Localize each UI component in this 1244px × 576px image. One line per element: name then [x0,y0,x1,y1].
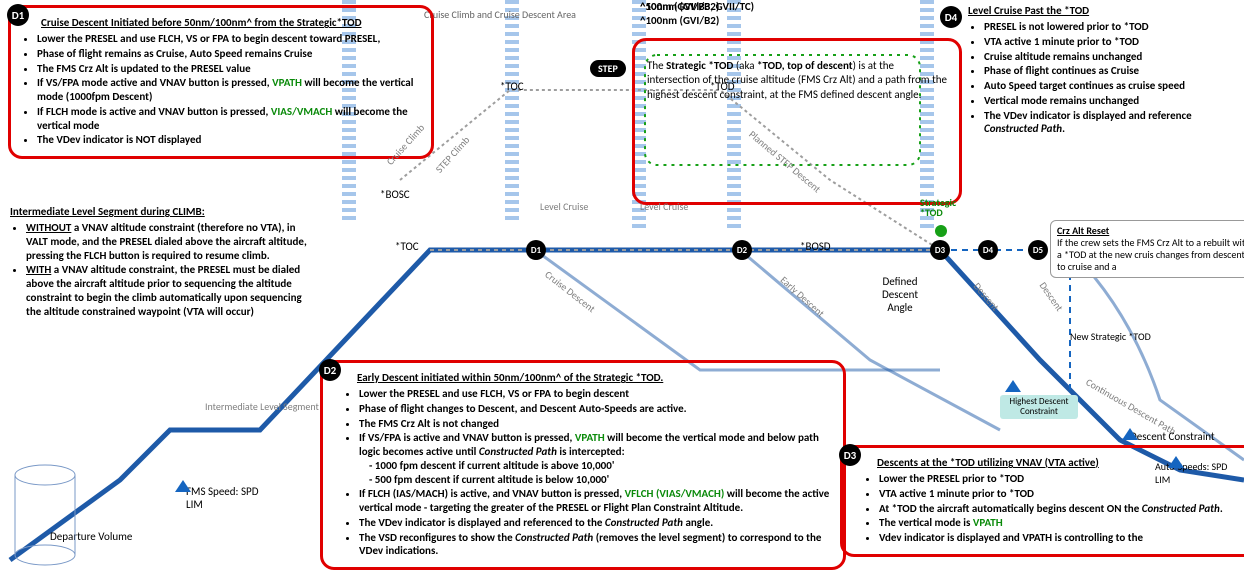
list-item: The VDev indicator is displayed and refe… [359,516,833,530]
crz-reset-text: If the crew sets the FMS Crz Alt to a re… [1057,237,1244,273]
list-item: Cruise altitude remains unchanged [984,50,1244,64]
d1-badge: D1 [7,4,29,26]
list-item: PRESEL is not lowered prior to *TOD [984,20,1244,34]
lbl-dc: Descent Constraint [1130,430,1215,443]
list-item: The VSD reconfigures to show the Constru… [359,531,833,559]
step-pill: STEP [590,60,626,77]
d4-panel: D4 Level Cruise Past the *TOD PRESEL is … [968,4,1244,137]
lbl-bosc: *BOSC [380,188,410,201]
lbl-early-descent: Early Descent [778,273,827,319]
lbl-cruise-descent: Cruise Descent [542,268,598,315]
d4-list: PRESEL is not lowered prior to *TODVTA a… [968,20,1244,136]
int-level-title: Intermediate Level Segment during CLIMB: [10,205,310,218]
constraint-triangle-2 [1122,428,1138,440]
list-item: Vertical mode remains unchanged [984,94,1244,108]
d2-badge: D2 [319,359,341,381]
marker-d5: D5 [1028,240,1048,260]
tod-text: The Strategic *TOD (aka *TOD, top of des… [647,59,947,102]
range-b: ^100nm (GVI/B2) [640,0,719,13]
list-item: At *TOD the aircraft automatically begin… [879,502,1244,516]
list-item: If VS/FPA mode active and VNAV button is… [37,76,421,104]
hdc-box: Highest Descent Constraint [1000,395,1078,419]
list-item: Vdev indicator is displayed and VPATH is… [879,531,1244,545]
lbl-level-cruise1: Level Cruise [540,200,588,213]
d2-list: Lower the PRESEL and use FLCH, VS or FPA… [343,387,833,558]
strategic-tod-dot [935,225,947,237]
lbl-fms-speed: FMS Speed: SPD LIM [186,485,266,511]
list-item: VTA active 1 minute prior to *TOD [879,487,1244,501]
int-level-panel: Intermediate Level Segment during CLIMB:… [10,205,310,319]
d1-panel: D1 Cruise Descent Initiated before 50nm/… [8,5,434,159]
marker-d2: D2 [732,240,752,260]
d1-list: Lower the PRESEL and use FLCH, VS or FPA… [21,32,421,147]
lbl-strategic-tod: Strategic *TOD [920,198,970,218]
barrier-2 [505,0,519,220]
list-item: If FLCH (IAS/MACH) is active, and VNAV b… [359,487,833,515]
list-item: Phase of flight continues as Cruise [984,64,1244,78]
range-b2: ^100nm (GVI/B2) [640,14,719,27]
d3-badge: D3 [839,444,861,466]
d2-panel: D2 Early Descent initiated within 50nm/1… [320,360,846,570]
list-item: VTA active 1 minute prior to *TOD [984,35,1244,49]
list-item: The VDev indicator is displayed and refe… [984,109,1244,137]
list-item: Auto Speed target continues as cruise sp… [984,79,1244,93]
constraint-triangle-3 [1168,456,1184,468]
lbl-toc2: *TOC [395,240,419,253]
list-item: If VS/FPA is active and VNAV button is p… [359,431,833,486]
list-item: WITH a VNAV altitude constraint, the PRE… [26,263,310,318]
constraint-triangle-1 [1005,380,1021,392]
lbl-step-climb: STEP Climb [433,133,473,175]
lbl-int-seg: Intermediate Level Segment [205,400,319,413]
lbl-bosd: *BOSD [800,240,831,253]
constraint-triangle-4 [175,480,191,492]
diagram-root: { "header":{ "cruise_area":"Cruise Climb… [0,0,1244,576]
lbl-descent1: Descent [971,280,1002,313]
list-item: Phase of flight changes to Descent, and … [359,402,833,416]
d2-title: Early Descent initiated within 50nm/100n… [357,371,833,384]
crz-reset-panel: Crz Alt Reset If the crew sets the FMS C… [1050,220,1244,278]
lbl-defined-angle: Defined Descent Angle [870,275,930,314]
list-item: If FLCH mode is active and VNAV button i… [37,105,421,133]
d1-title: Cruise Descent Initiated before 50nm/100… [41,16,421,29]
lbl-toc1: *TOC [500,80,524,93]
list-item: The VDev indicator is NOT displayed [37,133,421,147]
marker-d4: D4 [978,240,998,260]
lbl-level-cruise2: Level Cruise [640,200,688,213]
list-item: The vertical mode is VPATH [879,516,1244,530]
marker-d1: D1 [526,240,546,260]
lbl-tod: *TOD [710,80,735,93]
departure-volume [10,460,80,573]
d4-badge: D4 [940,6,962,28]
list-item: Lower the PRESEL and use FLCH, VS or FPA… [37,32,421,46]
int-level-list: WITHOUT a VNAV altitude constraint (ther… [10,221,310,318]
marker-d3: D3 [930,240,950,260]
lbl-new-strategic: New Strategic *TOD [1070,330,1151,343]
list-item: The FMS Crz Alt is not changed [359,417,833,431]
lbl-descent2: Descent [1037,279,1066,313]
list-item: WITHOUT a VNAV altitude constraint (ther… [26,221,310,262]
d4-title: Level Cruise Past the *TOD [968,4,1244,17]
list-item: Lower the PRESEL and use FLCH, VS or FPA… [359,387,833,401]
list-item: Phase of flight remains as Cruise, Auto … [37,47,421,61]
list-item: The FMS Crz Alt is updated to the PRESEL… [37,62,421,76]
